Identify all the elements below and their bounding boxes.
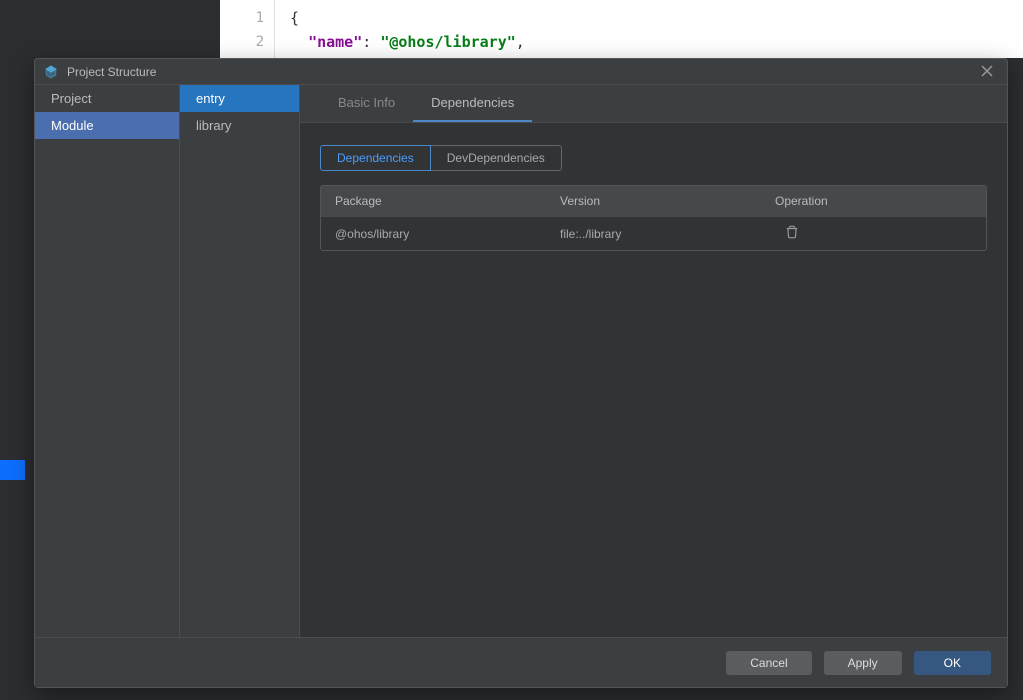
header-version: Version [560, 194, 775, 208]
dependency-type-tabs: Dependencies DevDependencies [300, 123, 1007, 185]
editor-code: { "name": "@ohos/library", [275, 0, 525, 58]
tab-basic-info[interactable]: Basic Info [320, 85, 413, 122]
ok-button[interactable]: OK [914, 651, 991, 675]
cell-version: file:../library [560, 227, 775, 241]
module-item-library[interactable]: library [180, 112, 299, 139]
editor-background: 1 2 { "name": "@ohos/library", [220, 0, 1023, 58]
cell-operation [775, 225, 972, 242]
module-list: entry library [180, 85, 300, 637]
code-line: "name": "@ohos/library", [290, 30, 525, 54]
sidebar-active-indicator [0, 460, 25, 480]
main-panel: Basic Info Dependencies Dependencies Dev… [300, 85, 1007, 637]
dependencies-table: Package Version Operation @ohos/library … [320, 185, 987, 251]
code-text: { [290, 9, 299, 27]
close-icon[interactable] [975, 62, 999, 82]
code-line: { [290, 6, 525, 30]
sidebar-item-project[interactable]: Project [35, 85, 179, 112]
line-number: 2 [220, 30, 264, 54]
table-row: @ohos/library file:../library [321, 216, 986, 250]
line-number: 1 [220, 6, 264, 30]
cell-package: @ohos/library [335, 227, 560, 241]
dialog-title: Project Structure [67, 65, 975, 79]
header-package: Package [335, 194, 560, 208]
app-icon [43, 64, 59, 80]
tab-dependencies[interactable]: Dependencies [413, 85, 532, 122]
subtab-dependencies[interactable]: Dependencies [320, 145, 431, 171]
json-string: "@ohos/library" [380, 33, 515, 51]
sidebar-item-module[interactable]: Module [35, 112, 179, 139]
main-tabs: Basic Info Dependencies [300, 85, 1007, 123]
delete-icon[interactable] [785, 225, 799, 239]
code-text: , [516, 33, 525, 51]
dialog-footer: Cancel Apply OK [35, 637, 1007, 687]
apply-button[interactable]: Apply [824, 651, 902, 675]
dialog-body: Project Module entry library Basic Info … [35, 85, 1007, 637]
category-sidebar: Project Module [35, 85, 180, 637]
table-header: Package Version Operation [321, 186, 986, 216]
subtab-devdependencies[interactable]: DevDependencies [431, 145, 562, 171]
header-operation: Operation [775, 194, 972, 208]
dialog-titlebar: Project Structure [35, 59, 1007, 85]
cancel-button[interactable]: Cancel [726, 651, 811, 675]
project-structure-dialog: Project Structure Project Module entry l… [34, 58, 1008, 688]
json-key: "name" [308, 33, 362, 51]
code-sep: : [362, 33, 380, 51]
editor-gutter: 1 2 [220, 0, 275, 58]
module-item-entry[interactable]: entry [180, 85, 299, 112]
